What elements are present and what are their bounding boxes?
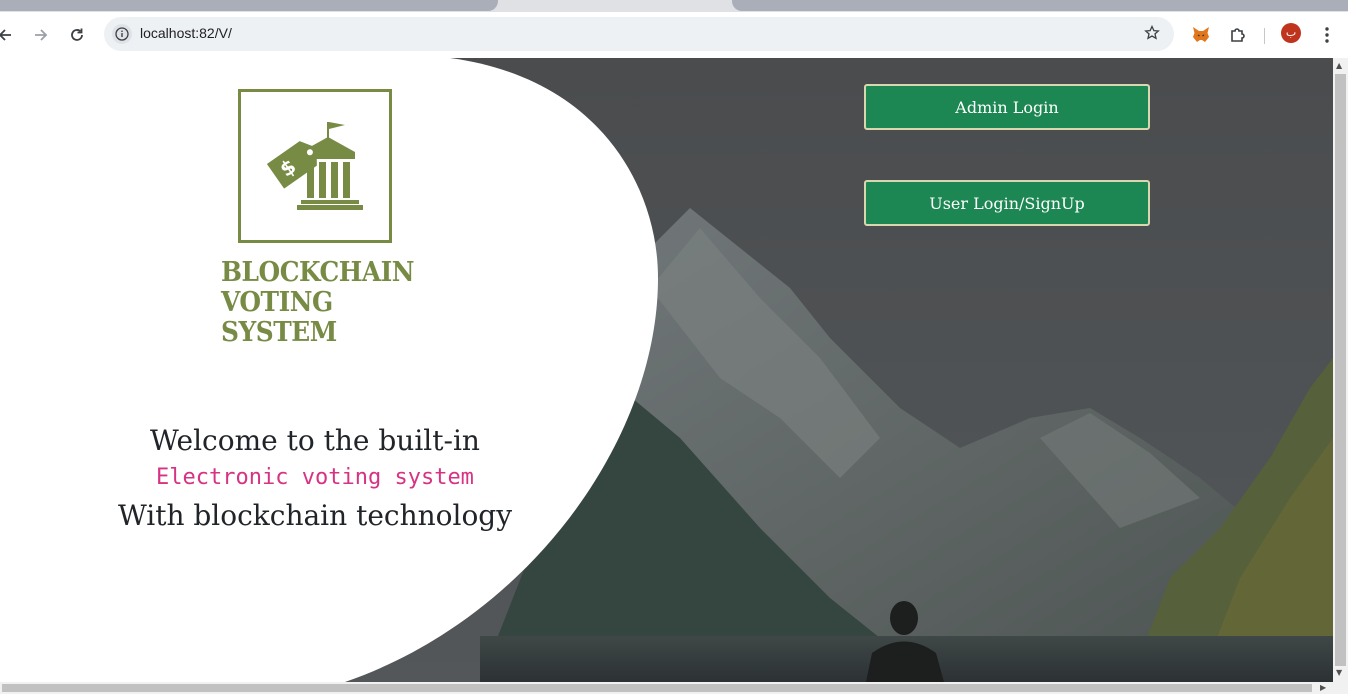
scroll-down-arrow-icon[interactable]: ▼ xyxy=(1336,668,1342,677)
reload-icon xyxy=(71,28,83,41)
back-arrow-icon xyxy=(0,29,11,41)
user-login-signup-button[interactable]: User Login/SignUp xyxy=(864,180,1150,226)
profile-avatar[interactable]: ب xyxy=(1281,23,1301,43)
logo-line: BLOCKCHAIN xyxy=(221,257,415,288)
url-text[interactable]: localhost:82/V/ xyxy=(140,25,232,41)
browser-menu-icon[interactable] xyxy=(1314,22,1340,48)
logo-line: VOTING xyxy=(221,287,333,318)
address-bar[interactable]: localhost:82/V/ xyxy=(104,17,1174,51)
toolbar-separator xyxy=(1264,28,1265,44)
welcome-highlight: Electronic voting system xyxy=(156,465,474,490)
welcome-heading: Welcome to the built-in xyxy=(150,424,480,457)
metamask-extension-icon[interactable] xyxy=(1188,22,1214,48)
tab-strip xyxy=(0,0,1348,12)
scroll-up-arrow-icon[interactable]: ▲ xyxy=(1336,61,1342,70)
browser-tab[interactable] xyxy=(0,0,498,11)
vertical-scrollbar-thumb[interactable] xyxy=(1335,74,1346,666)
welcome-subheading: With blockchain technology xyxy=(117,499,513,532)
back-button[interactable] xyxy=(0,22,18,48)
horizontal-scrollbar-thumb[interactable] xyxy=(2,684,1312,692)
admin-login-button[interactable]: Admin Login xyxy=(864,84,1150,130)
browser-tab[interactable] xyxy=(732,0,1348,11)
horizontal-scrollbar[interactable]: ▶ xyxy=(0,682,1348,694)
scroll-right-arrow-icon[interactable]: ▶ xyxy=(1320,683,1326,692)
forward-button[interactable] xyxy=(28,22,54,48)
forward-arrow-icon xyxy=(35,29,48,41)
bank-with-dollar-tag-icon: $ xyxy=(266,122,363,210)
page-viewport: Admin Login User Login/SignUp $ BLOCKCHA… xyxy=(0,58,1333,682)
vertical-scrollbar[interactable]: ▲ ▼ xyxy=(1333,58,1348,682)
bookmark-star-icon[interactable] xyxy=(1144,24,1160,45)
logo-line: SYSTEM xyxy=(221,317,337,348)
reload-button[interactable] xyxy=(64,22,90,48)
mountain-lake-background xyxy=(0,58,1333,682)
site-info-icon[interactable] xyxy=(112,24,132,44)
extensions-puzzle-icon[interactable] xyxy=(1225,22,1251,48)
logo: $ xyxy=(238,89,392,243)
browser-toolbar: localhost:82/V/ ب xyxy=(0,12,1348,59)
logo-wordmark: BLOCKCHAIN VOTING SYSTEM xyxy=(221,257,415,348)
